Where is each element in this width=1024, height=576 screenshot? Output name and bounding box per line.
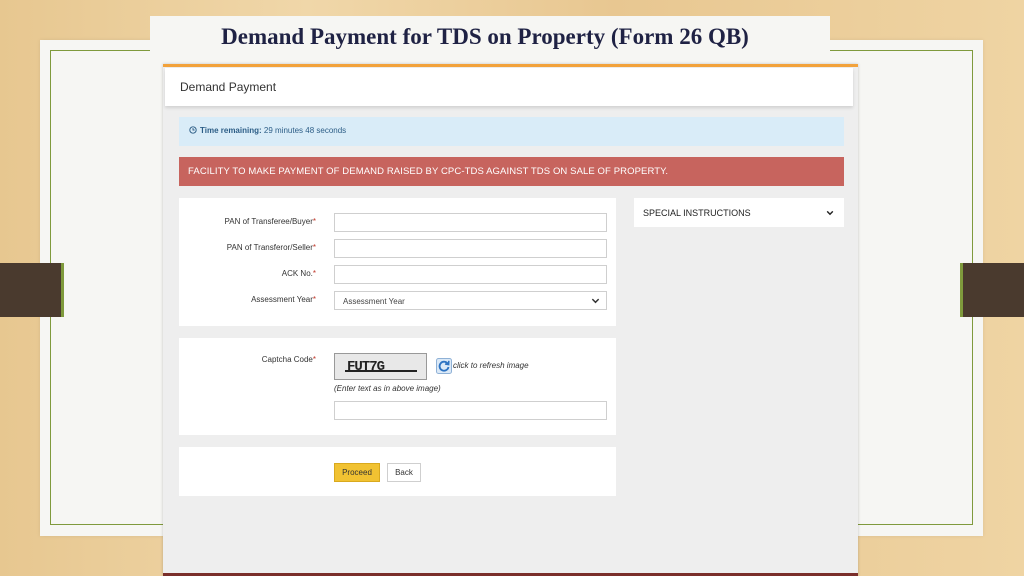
assessment-year-select[interactable]: Assessment Year bbox=[334, 291, 607, 310]
actions-panel: Proceed Back bbox=[179, 447, 616, 496]
required-mark: * bbox=[312, 243, 316, 252]
page-title: Demand Payment bbox=[180, 80, 277, 94]
screenshot-window: Demand Payment Time remaining: 29 minute… bbox=[163, 64, 858, 576]
captcha-strike-line bbox=[345, 370, 417, 372]
refresh-icon[interactable] bbox=[436, 358, 452, 374]
assessment-year-row: Assessment Year* Assessment Year bbox=[179, 291, 616, 311]
right-decor-tab bbox=[960, 263, 1024, 317]
clock-icon bbox=[189, 126, 197, 134]
chevron-down-icon bbox=[826, 210, 834, 216]
required-mark: * bbox=[312, 269, 316, 278]
pan-buyer-input[interactable] bbox=[334, 213, 607, 232]
chevron-down-icon bbox=[591, 298, 600, 304]
refresh-captcha-link[interactable]: click to refresh image bbox=[453, 361, 529, 370]
pan-seller-row: PAN of Transferor/Seller* bbox=[179, 239, 616, 259]
special-instructions-accordion[interactable]: SPECIAL INSTRUCTIONS bbox=[634, 198, 844, 227]
page-header: Demand Payment bbox=[165, 68, 853, 106]
assessment-year-label: Assessment Year bbox=[251, 295, 313, 304]
facility-banner: FACILITY TO MAKE PAYMENT OF DEMAND RAISE… bbox=[179, 157, 844, 186]
pan-seller-label: PAN of Transferor/Seller bbox=[226, 243, 313, 252]
captcha-hint: (Enter text as in above image) bbox=[334, 384, 441, 393]
required-mark: * bbox=[312, 355, 316, 364]
pan-buyer-label: PAN of Transferee/Buyer bbox=[224, 217, 313, 226]
timer-label: Time remaining: bbox=[200, 126, 262, 135]
captcha-label: Captcha Code bbox=[261, 355, 313, 364]
pan-seller-input[interactable] bbox=[334, 239, 607, 258]
proceed-button[interactable]: Proceed bbox=[334, 463, 380, 482]
time-remaining-bar: Time remaining: 29 minutes 48 seconds bbox=[179, 117, 844, 146]
captcha-panel: Captcha Code* FUT7G click to refresh ima… bbox=[179, 338, 616, 435]
captcha-image-text: FUT7G bbox=[347, 359, 385, 375]
slide-title: Demand Payment for TDS on Property (Form… bbox=[221, 24, 749, 49]
left-decor-tab bbox=[0, 263, 64, 317]
captcha-input[interactable] bbox=[334, 401, 607, 420]
assessment-year-selected: Assessment Year bbox=[343, 297, 405, 306]
required-mark: * bbox=[312, 295, 316, 304]
ack-number-input[interactable] bbox=[334, 265, 607, 284]
special-instructions-label: SPECIAL INSTRUCTIONS bbox=[643, 208, 751, 218]
back-button[interactable]: Back bbox=[387, 463, 421, 482]
ack-row: ACK No.* bbox=[179, 265, 616, 285]
timer-value: 29 minutes 48 seconds bbox=[263, 126, 347, 135]
details-panel: PAN of Transferee/Buyer* PAN of Transfer… bbox=[179, 198, 616, 326]
captcha-image: FUT7G bbox=[334, 353, 427, 380]
ack-label: ACK No. bbox=[281, 269, 313, 278]
required-mark: * bbox=[312, 217, 316, 226]
pan-buyer-row: PAN of Transferee/Buyer* bbox=[179, 213, 616, 233]
